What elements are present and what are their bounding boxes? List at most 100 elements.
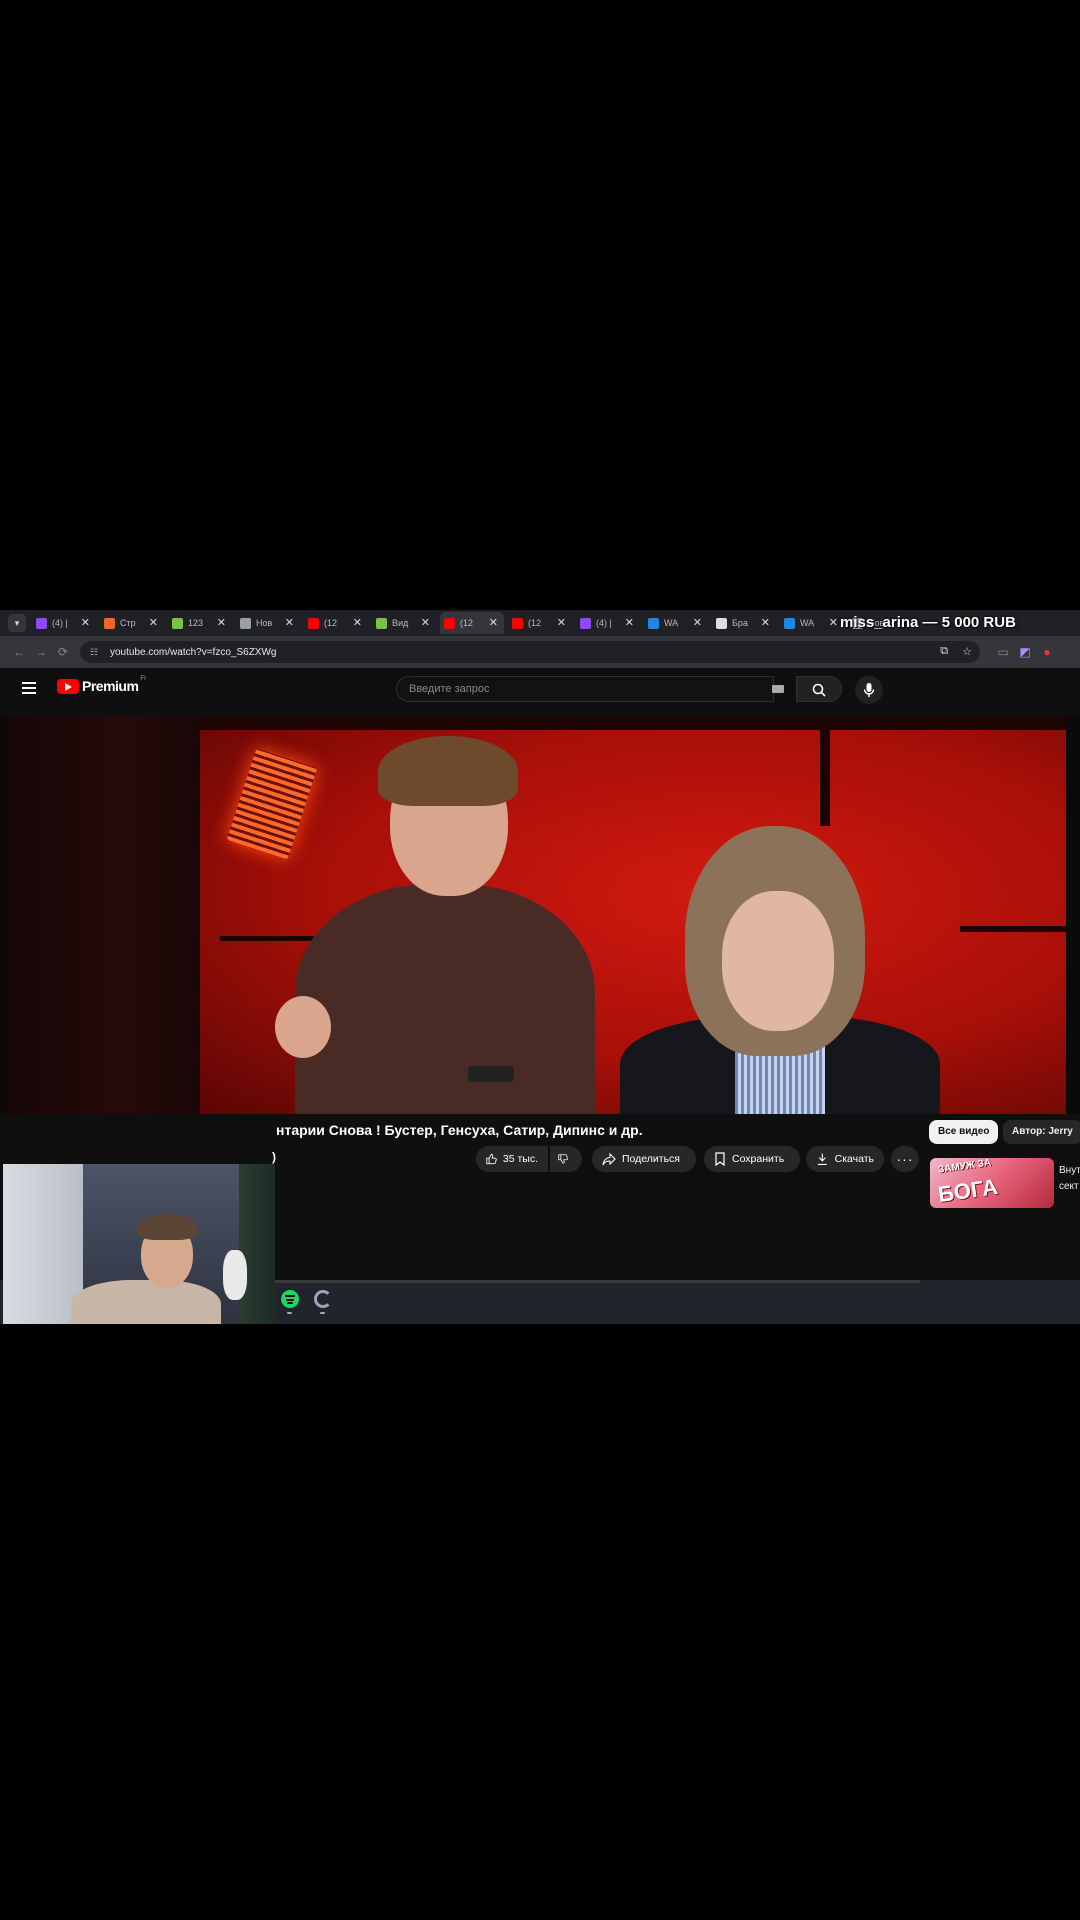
close-tab-icon[interactable]: ✕ — [489, 616, 498, 629]
youtube-icon — [512, 617, 523, 629]
tab-title: (12 — [528, 618, 542, 628]
thumbnail-text-big: БОГА — [936, 1173, 1000, 1208]
install-app-icon[interactable]: ⧉ — [940, 645, 948, 658]
download-icon — [817, 1153, 827, 1165]
extension-icon-3[interactable]: ● — [1036, 645, 1058, 659]
extension-icon[interactable]: ▭ — [992, 645, 1014, 659]
keyboard-icon[interactable] — [772, 685, 784, 693]
browser-tab[interactable]: Вид ✕ — [372, 612, 436, 634]
microphone-icon — [863, 683, 875, 697]
video-side-area — [4, 716, 200, 1114]
browser-tab[interactable]: 123 ✕ — [168, 612, 232, 634]
w-icon — [784, 617, 795, 629]
pp-icon — [716, 617, 727, 629]
donation-alert: miss_arina — 5 000 RUB — [840, 614, 1016, 631]
close-tab-icon[interactable]: ✕ — [285, 616, 294, 629]
taskbar-indicator — [287, 1312, 292, 1314]
person-right-face — [722, 891, 834, 1031]
search-button[interactable] — [796, 676, 842, 702]
forward-icon[interactable]: → — [30, 645, 52, 659]
channel-fragment: ) — [272, 1150, 276, 1164]
browser-tab[interactable]: WA ✕ — [644, 612, 708, 634]
tab-title: (4) | — [52, 618, 68, 628]
logo-text: Premium — [82, 678, 139, 694]
close-tab-icon[interactable]: ✕ — [693, 616, 702, 629]
thumbs-down-icon — [558, 1154, 568, 1164]
like-count: 35 тыс. — [502, 1153, 538, 1165]
browser-tab[interactable]: Бра ✕ — [712, 612, 776, 634]
stream-frame: ▾ (4) | ✕ Стр ✕ 123 ✕ Нов ✕ (12 ✕ Вид ✕ (12 ✕ (12 ✕ (4) … — [0, 610, 1080, 1324]
browser-tab[interactable]: (4) | ✕ — [576, 612, 640, 634]
close-tab-icon[interactable]: ✕ — [761, 616, 770, 629]
search-input[interactable]: Введите запрос — [396, 676, 774, 702]
close-tab-icon[interactable]: ✕ — [421, 616, 430, 629]
close-tab-icon[interactable]: ✕ — [557, 616, 566, 629]
twitch-icon — [580, 617, 591, 629]
video-player[interactable] — [0, 716, 1080, 1114]
chip-author[interactable]: Автор: Jerry — [1003, 1120, 1080, 1144]
download-button[interactable]: Скачать — [806, 1146, 884, 1172]
bookmark-star-icon[interactable]: ☆ — [962, 645, 972, 658]
person-left-hoodie — [295, 884, 595, 1114]
youtube-header: Premium FI Введите запрос — [0, 668, 1080, 710]
share-button[interactable]: Поделиться — [592, 1146, 696, 1172]
tab-title: Нов — [256, 618, 273, 628]
battery-icon — [376, 617, 387, 629]
streamer-hair — [137, 1214, 197, 1240]
battery-icon — [172, 617, 183, 629]
close-tab-icon[interactable]: ✕ — [81, 616, 90, 629]
youtube-icon — [308, 617, 319, 629]
taskbar-indicator — [320, 1312, 325, 1314]
site-info-icon[interactable]: ☷ — [90, 647, 102, 658]
youtube-play-icon — [57, 678, 79, 694]
chip-all-videos[interactable]: Все видео — [929, 1120, 999, 1144]
recommended-video-thumbnail[interactable]: ЗАМУЖ ЗА БОГА — [930, 1158, 1054, 1208]
download-label: Скачать — [834, 1153, 874, 1165]
spotify-icon[interactable] — [281, 1290, 299, 1308]
dislike-button[interactable] — [550, 1146, 582, 1172]
browser-tab[interactable]: (12 ✕ — [440, 612, 504, 634]
youtube-icon — [444, 617, 455, 629]
browser-tab[interactable]: WA ✕ — [780, 612, 844, 634]
ccleaner-icon[interactable] — [314, 1290, 332, 1308]
streamer-body — [71, 1280, 221, 1324]
close-tab-icon[interactable]: ✕ — [217, 616, 226, 629]
tab-title: 123 — [188, 618, 204, 628]
close-tab-icon[interactable]: ✕ — [829, 616, 838, 629]
browser-tab[interactable]: Стр ✕ — [100, 612, 164, 634]
close-tab-icon[interactable]: ✕ — [353, 616, 362, 629]
tab-title: Стр — [120, 618, 136, 628]
extension-icon-2[interactable]: ◩ — [1014, 645, 1036, 659]
close-tab-icon[interactable]: ✕ — [149, 616, 158, 629]
like-button[interactable]: 35 тыс. — [476, 1146, 548, 1172]
youtube-premium-logo[interactable]: Premium FI — [57, 676, 146, 694]
tab-search-button[interactable]: ▾ — [8, 614, 26, 632]
browser-tab[interactable]: (12 ✕ — [304, 612, 368, 634]
search-icon — [812, 683, 826, 697]
browser-tab[interactable]: (4) | ✕ — [32, 612, 96, 634]
url-field[interactable]: ☷ youtube.com/watch?v=fzco_S6ZXWg ⧉ ☆ — [80, 641, 980, 663]
more-actions-button[interactable]: ··· — [891, 1146, 919, 1172]
back-icon[interactable]: ← — [8, 645, 30, 659]
recommended-video-title[interactable]: Внут сект — [1059, 1163, 1080, 1195]
plush-toy — [223, 1250, 247, 1300]
browser-tab[interactable]: (12 ✕ — [508, 612, 572, 634]
voice-search-button[interactable] — [855, 676, 883, 704]
browser-tab[interactable]: Нов ✕ — [236, 612, 300, 634]
reload-icon[interactable]: ⟳ — [52, 645, 74, 659]
tab-title: WA — [800, 618, 815, 628]
phone — [468, 1066, 514, 1082]
share-icon — [602, 1152, 616, 1166]
logo-country: FI — [140, 676, 146, 682]
menu-icon[interactable] — [22, 682, 36, 694]
twitch-icon — [36, 617, 47, 629]
globe-icon — [240, 617, 251, 629]
thumbnail-text: ЗАМУЖ ЗА — [937, 1158, 992, 1176]
orange-icon — [104, 617, 115, 629]
studio-light — [226, 748, 318, 860]
thumbs-up-icon — [486, 1153, 497, 1165]
person-left-hair — [378, 736, 518, 806]
save-button[interactable]: Сохранить — [704, 1146, 800, 1172]
close-tab-icon[interactable]: ✕ — [625, 616, 634, 629]
scroll-divider — [270, 1280, 920, 1283]
